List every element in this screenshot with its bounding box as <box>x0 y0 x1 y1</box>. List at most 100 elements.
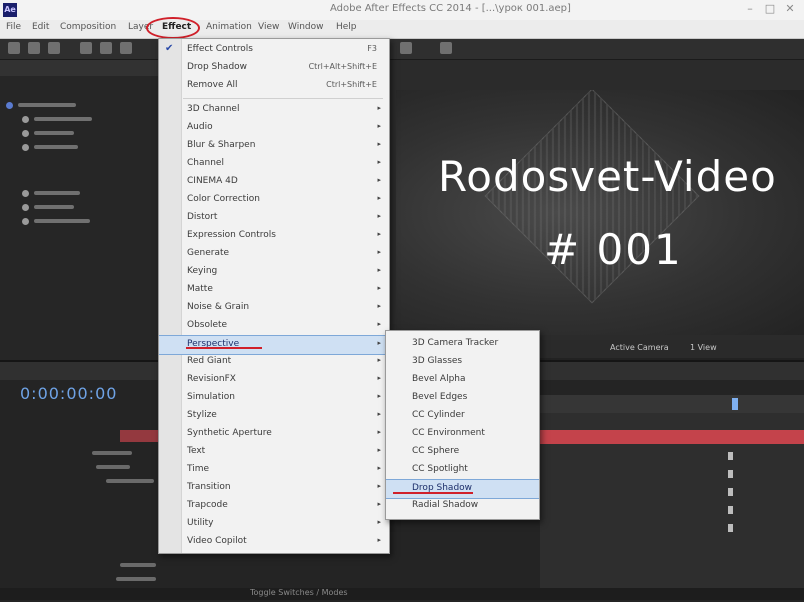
menu-item-shortcut: Ctrl+Alt+Shift+E <box>308 62 377 71</box>
timeline-tracks[interactable] <box>540 395 804 600</box>
menu-item-distort[interactable]: Distort ▸ <box>159 209 389 227</box>
playhead-icon[interactable] <box>732 398 738 410</box>
menu-item-blur-sharpen[interactable]: Blur & Sharpen ▸ <box>159 137 389 155</box>
fx-toggle-icon[interactable] <box>22 144 29 151</box>
camera-dropdown[interactable]: Active Camera <box>610 343 669 352</box>
menu-item-time[interactable]: Time ▸ <box>159 461 389 479</box>
layer-label-placeholder <box>18 103 76 107</box>
menu-edit[interactable]: Edit <box>32 22 49 32</box>
fx-toggle-icon[interactable] <box>22 218 29 225</box>
menu-item-effect-controls[interactable]: ✔ Effect Controls F3 <box>159 41 389 59</box>
timecode-display[interactable]: 0:00:00:00 <box>20 384 117 403</box>
keyframe-marker[interactable] <box>728 488 733 496</box>
effect-row[interactable] <box>22 216 142 226</box>
menu-item-matte[interactable]: Matte ▸ <box>159 281 389 299</box>
selection-tool-icon[interactable] <box>8 42 20 54</box>
menu-item-color-correction[interactable]: Color Correction ▸ <box>159 191 389 209</box>
menu-item-keying[interactable]: Keying ▸ <box>159 263 389 281</box>
effect-row[interactable] <box>22 114 142 124</box>
property-label-placeholder <box>96 465 130 469</box>
annotation-underline <box>186 347 262 349</box>
menu-item-channel[interactable]: Channel ▸ <box>159 155 389 173</box>
submenu-item-3d-camera-tracker[interactable]: 3D Camera Tracker <box>386 335 539 353</box>
submenu-arrow-icon: ▸ <box>377 339 381 347</box>
camera-tool-icon[interactable] <box>100 42 112 54</box>
menu-animation[interactable]: Animation <box>206 22 252 32</box>
close-button[interactable]: ✕ <box>782 2 798 16</box>
snap-icon[interactable] <box>400 42 412 54</box>
keyframe-marker[interactable] <box>728 452 733 460</box>
menu-item-drop-shadow[interactable]: Drop Shadow Ctrl+Alt+Shift+E <box>159 59 389 77</box>
effect-row[interactable] <box>22 202 142 212</box>
timeline-row[interactable] <box>80 462 160 472</box>
menu-item-noise-grain[interactable]: Noise & Grain ▸ <box>159 299 389 317</box>
effect-row[interactable] <box>22 188 142 198</box>
keyframe-marker[interactable] <box>728 524 733 532</box>
minimize-button[interactable]: – <box>742 2 758 16</box>
menu-item-utility[interactable]: Utility ▸ <box>159 515 389 533</box>
hand-tool-icon[interactable] <box>28 42 40 54</box>
menu-item-label: Matte <box>187 284 213 294</box>
menu-item-remove-all[interactable]: Remove All Ctrl+Shift+E <box>159 77 389 95</box>
fx-toggle-icon[interactable] <box>22 204 29 211</box>
fx-toggle-icon[interactable] <box>22 130 29 137</box>
menu-item-stylize[interactable]: Stylize ▸ <box>159 407 389 425</box>
fx-toggle-icon[interactable] <box>22 116 29 123</box>
menu-item-audio[interactable]: Audio ▸ <box>159 119 389 137</box>
menu-item-text[interactable]: Text ▸ <box>159 443 389 461</box>
workspace-icon[interactable] <box>440 42 452 54</box>
rotate-tool-icon[interactable] <box>80 42 92 54</box>
submenu-item-cc-spotlight[interactable]: CC Spotlight <box>386 461 539 479</box>
layer-duration-bar[interactable] <box>540 430 804 444</box>
submenu-item-3d-glasses[interactable]: 3D Glasses <box>386 353 539 371</box>
menu-item-synthetic-aperture[interactable]: Synthetic Aperture ▸ <box>159 425 389 443</box>
submenu-item-cc-sphere[interactable]: CC Sphere <box>386 443 539 461</box>
menu-window[interactable]: Window <box>288 22 324 32</box>
views-dropdown[interactable]: 1 View <box>690 343 717 352</box>
menu-composition[interactable]: Composition <box>60 22 116 32</box>
menu-item-label: Red Giant <box>187 356 232 366</box>
menu-item-obsolete[interactable]: Obsolete ▸ <box>159 317 389 335</box>
title-bar: Ae Adobe After Effects CC 2014 - [...\ур… <box>0 0 804 21</box>
menu-item-revisionfx[interactable]: RevisionFX ▸ <box>159 371 389 389</box>
submenu-item-radial-shadow[interactable]: Radial Shadow <box>386 497 539 515</box>
menu-item-label: Transition <box>187 482 231 492</box>
submenu-item-cc-cylinder[interactable]: CC Cylinder <box>386 407 539 425</box>
menu-item-expression-controls[interactable]: Expression Controls ▸ <box>159 227 389 245</box>
maximize-button[interactable]: □ <box>762 2 778 16</box>
layer-label-chip[interactable] <box>120 430 160 442</box>
submenu-item-cc-environment[interactable]: CC Environment <box>386 425 539 443</box>
submenu-item-drop-shadow[interactable]: Drop Shadow <box>386 479 539 499</box>
zoom-tool-icon[interactable] <box>48 42 60 54</box>
submenu-item-bevel-edges[interactable]: Bevel Edges <box>386 389 539 407</box>
fx-toggle-icon[interactable] <box>22 190 29 197</box>
menu-item-generate[interactable]: Generate ▸ <box>159 245 389 263</box>
timeline-row[interactable] <box>100 574 160 584</box>
menu-item-cinema-4d[interactable]: CINEMA 4D ▸ <box>159 173 389 191</box>
menu-item-perspective[interactable]: Perspective ▸ <box>159 335 389 355</box>
effect-row[interactable] <box>22 128 142 138</box>
menu-view[interactable]: View <box>258 22 279 32</box>
timeline-row[interactable] <box>80 448 160 458</box>
panel-tabs[interactable] <box>0 60 160 76</box>
effect-row[interactable] <box>22 142 142 152</box>
menu-item-simulation[interactable]: Simulation ▸ <box>159 389 389 407</box>
pan-tool-icon[interactable] <box>120 42 132 54</box>
timeline-row[interactable] <box>110 560 160 570</box>
menu-file[interactable]: File <box>6 22 21 32</box>
menu-item-3d-channel[interactable]: 3D Channel ▸ <box>159 101 389 119</box>
layer-row[interactable] <box>6 100 126 110</box>
menu-item-transition[interactable]: Transition ▸ <box>159 479 389 497</box>
menu-item-video-copilot[interactable]: Video Copilot ▸ <box>159 533 389 551</box>
time-ruler[interactable] <box>540 395 804 413</box>
menu-item-red-giant[interactable]: Red Giant ▸ <box>159 353 389 371</box>
timeline-row[interactable] <box>90 476 160 486</box>
keyframe-marker[interactable] <box>728 470 733 478</box>
menu-help[interactable]: Help <box>336 22 357 32</box>
composition-canvas[interactable] <box>396 90 804 335</box>
keyframe-marker[interactable] <box>728 506 733 514</box>
menu-item-label: CC Spotlight <box>412 464 468 474</box>
status-text[interactable]: Toggle Switches / Modes <box>250 588 348 597</box>
submenu-item-bevel-alpha[interactable]: Bevel Alpha <box>386 371 539 389</box>
menu-item-trapcode[interactable]: Trapcode ▸ <box>159 497 389 515</box>
